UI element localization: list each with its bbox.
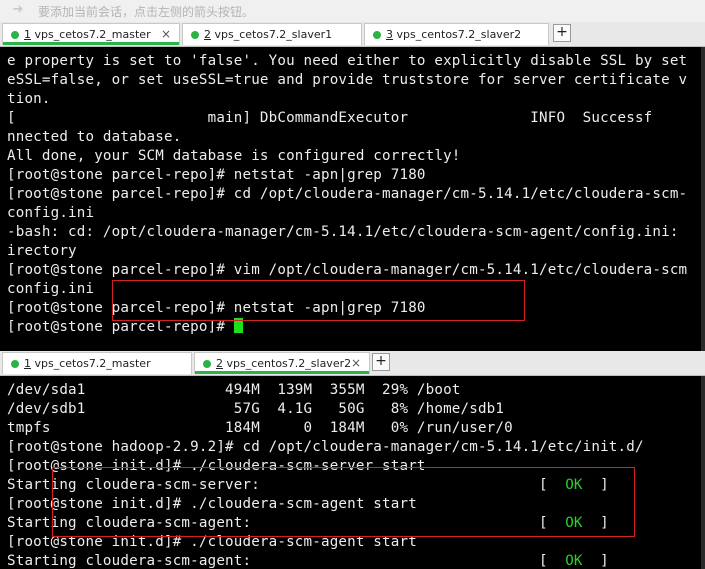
top-tab-bar: 1 vps_cetos7.2_master × 2 vps_cetos7.2_s… bbox=[0, 22, 705, 47]
terminal-line: [ main] DbCommandExecutor INFO Successf bbox=[7, 110, 653, 126]
highlight-box bbox=[52, 467, 635, 537]
terminal-line: [root@stone parcel-repo]# netstat -apn|g… bbox=[7, 167, 426, 183]
connected-status-icon bbox=[191, 30, 199, 39]
session-hint-bar: ➜ 要添加当前会话，点击左侧的箭头按钮。 bbox=[0, 0, 705, 23]
tab-vps-centos7-slaver2[interactable]: 2 vps_centos7.2_slaver2 × bbox=[194, 352, 370, 374]
terminal-line: nnected to database. bbox=[7, 129, 182, 145]
terminal-line: [root@stone parcel-repo]# cd /opt/cloude… bbox=[7, 186, 688, 202]
bottom-terminal[interactable]: /dev/sda1 494M 139M 355M 29% /boot /dev/… bbox=[0, 376, 705, 569]
tab-vps-cetos7-master[interactable]: 1 vps_cetos7.2_master bbox=[2, 352, 192, 374]
terminal-line: tion. bbox=[7, 91, 51, 107]
highlight-box bbox=[112, 280, 525, 321]
terminal-scrollbar[interactable] bbox=[701, 376, 705, 569]
top-terminal[interactable]: e property is set to 'false'. You need e… bbox=[0, 47, 705, 351]
close-tab-icon[interactable]: × bbox=[351, 356, 361, 370]
bottom-tab-bar: 1 vps_cetos7.2_master 2 vps_centos7.2_sl… bbox=[0, 351, 705, 376]
connected-status-icon bbox=[11, 359, 19, 368]
tab-vps-centos7-slaver2[interactable]: 3 vps_centos7.2_slaver2 bbox=[364, 23, 549, 45]
active-tab-indicator bbox=[195, 371, 369, 374]
connected-status-icon bbox=[11, 30, 19, 39]
terminal-line: -bash: cd: /opt/cloudera-manager/cm-5.14… bbox=[7, 224, 688, 240]
terminal-line: irectory bbox=[7, 243, 77, 259]
connected-status-icon bbox=[373, 30, 381, 39]
add-tab-button[interactable]: + bbox=[553, 24, 571, 42]
session-hint-text: 要添加当前会话，点击左侧的箭头按钮。 bbox=[38, 5, 255, 19]
terminal-line: config.ini bbox=[7, 205, 95, 221]
terminal-line: eSSL=false, or set useSSL=true and provi… bbox=[7, 72, 688, 88]
terminal-line: [root@stone hadoop-2.9.2]# cd /opt/cloud… bbox=[7, 439, 644, 455]
tab-vps-cetos7-slaver1[interactable]: 2 vps_cetos7.2_slaver1 bbox=[182, 23, 362, 45]
terminal-line: tmpfs 184M 0 184M 0% /run/user/0 bbox=[7, 420, 513, 436]
terminal-scrollbar[interactable] bbox=[701, 47, 705, 351]
terminal-line: [root@stone parcel-repo]# vim /opt/cloud… bbox=[7, 262, 688, 278]
arrow-icon[interactable]: ➜ bbox=[10, 2, 26, 18]
active-tab-indicator bbox=[3, 42, 179, 45]
terminal-line: /dev/sda1 494M 139M 355M 29% /boot bbox=[7, 382, 461, 398]
tab-vps-cetos7-master[interactable]: 1 vps_cetos7.2_master × bbox=[2, 23, 180, 45]
terminal-line: Starting cloudera-scm-agent: bbox=[7, 553, 252, 569]
terminal-line: /dev/sdb1 57G 4.1G 50G 8% /home/sdb1 bbox=[7, 401, 505, 417]
status-ok-marker: [ OK ] bbox=[539, 553, 609, 569]
add-tab-button[interactable]: + bbox=[372, 353, 390, 371]
close-tab-icon[interactable]: × bbox=[161, 27, 171, 41]
connected-status-icon bbox=[203, 359, 211, 368]
terminal-line: e property is set to 'false'. You need e… bbox=[7, 53, 688, 69]
terminal-line: config.ini bbox=[7, 281, 95, 297]
terminal-line: All done, your SCM database is configure… bbox=[7, 148, 461, 164]
